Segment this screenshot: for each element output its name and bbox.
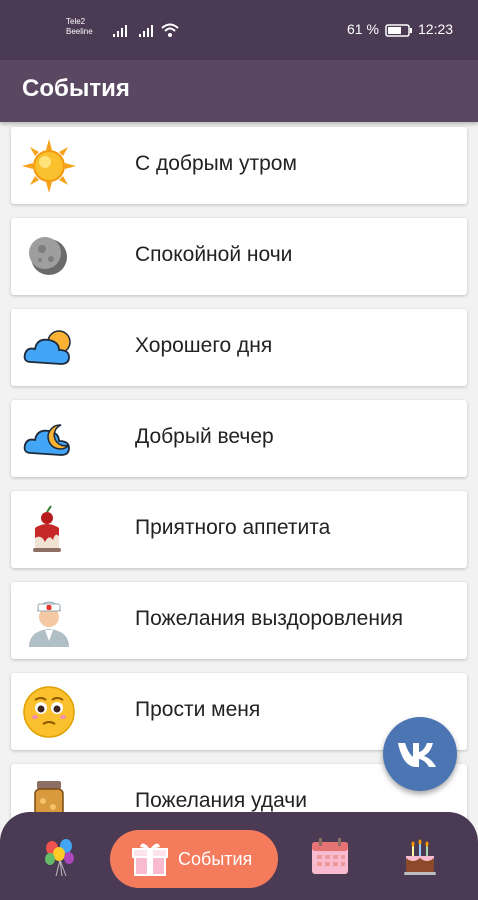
battery-icon	[385, 24, 412, 37]
calendar-icon[interactable]	[306, 832, 354, 880]
event-label: Приятного аппетита	[135, 516, 331, 539]
carrier-2: Beeline	[66, 27, 93, 36]
clock: 12:23	[418, 21, 454, 37]
doctor-icon	[29, 601, 69, 647]
carrier-info: Tele2 Beeline	[66, 17, 93, 37]
page-title: События	[22, 75, 130, 102]
moon-icon	[29, 237, 67, 275]
event-label: Прости меня	[135, 698, 261, 721]
event-label: Спокойной ночи	[135, 243, 293, 266]
wifi-icon	[161, 23, 179, 37]
signal-icon-2	[139, 25, 153, 37]
event-item[interactable]: Добрый вечер	[11, 400, 467, 477]
tab-events-label: События	[178, 849, 253, 869]
dessert-icon	[33, 505, 61, 552]
balloons-icon[interactable]	[36, 832, 84, 880]
event-label: С добрым утром	[135, 152, 297, 175]
event-item[interactable]: Спокойной ночи	[11, 218, 467, 295]
bottom-navigation: События	[0, 812, 478, 900]
app-bar: События	[0, 60, 478, 122]
tab-events[interactable]: События	[110, 830, 278, 888]
status-bar: Tele2 Beeline 61 % 12:23	[0, 0, 478, 60]
birthday-cake-icon[interactable]	[396, 832, 444, 880]
carrier-1: Tele2	[66, 17, 86, 26]
signal-icon	[113, 25, 127, 37]
event-item[interactable]: Пожелания выздоровления	[11, 582, 467, 659]
event-label: Хорошего дня	[135, 334, 273, 357]
events-list: С добрым утром Спокойной ночи Хорошего д…	[0, 122, 478, 822]
sun-icon	[22, 139, 76, 193]
vk-share-button[interactable]	[383, 717, 457, 791]
battery-percent: 61 %	[347, 21, 379, 37]
gift-icon	[132, 843, 168, 876]
event-item[interactable]: Приятного аппетита	[11, 491, 467, 568]
event-label: Добрый вечер	[135, 425, 274, 448]
vk-logo-icon	[398, 743, 436, 767]
event-item[interactable]: Хорошего дня	[11, 309, 467, 386]
event-label: Пожелания выздоровления	[135, 607, 404, 630]
sorry-face-icon	[23, 686, 75, 738]
cloud-sun-icon	[23, 330, 71, 365]
event-item[interactable]: С добрым утром	[11, 127, 467, 204]
cloud-moon-icon	[23, 424, 70, 456]
event-label: Пожелания удачи	[135, 789, 307, 812]
